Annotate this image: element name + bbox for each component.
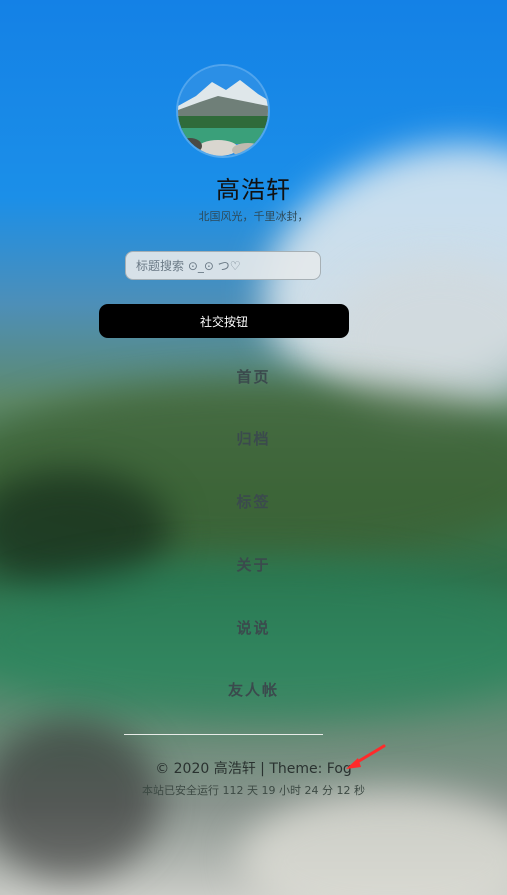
nav-item-tags[interactable]: 标签 <box>0 491 507 512</box>
site-title: 高浩轩 <box>216 176 291 204</box>
nav-item-friends[interactable]: 友人帐 <box>0 679 507 700</box>
footer-divider <box>124 734 323 735</box>
site-subtitle: 北国风光，千里冰封， <box>198 210 309 223</box>
nav-item-talk[interactable]: 说说 <box>0 617 507 638</box>
footer-runtime: 本站已安全运行 112 天 19 小时 24 分 12 秒 <box>142 784 365 797</box>
footer-copyright: © 2020 高浩轩 | Theme: Fog <box>155 761 352 777</box>
nav-item-home[interactable]: 首页 <box>0 366 507 387</box>
nav-item-about[interactable]: 关于 <box>0 554 507 575</box>
nav-item-archive[interactable]: 归档 <box>0 428 507 449</box>
avatar-landscape-image <box>178 66 268 156</box>
annotation-arrow-icon <box>346 744 386 769</box>
search-input[interactable] <box>125 251 321 280</box>
social-button[interactable]: 社交按钮 <box>99 304 349 338</box>
avatar[interactable] <box>178 66 268 156</box>
